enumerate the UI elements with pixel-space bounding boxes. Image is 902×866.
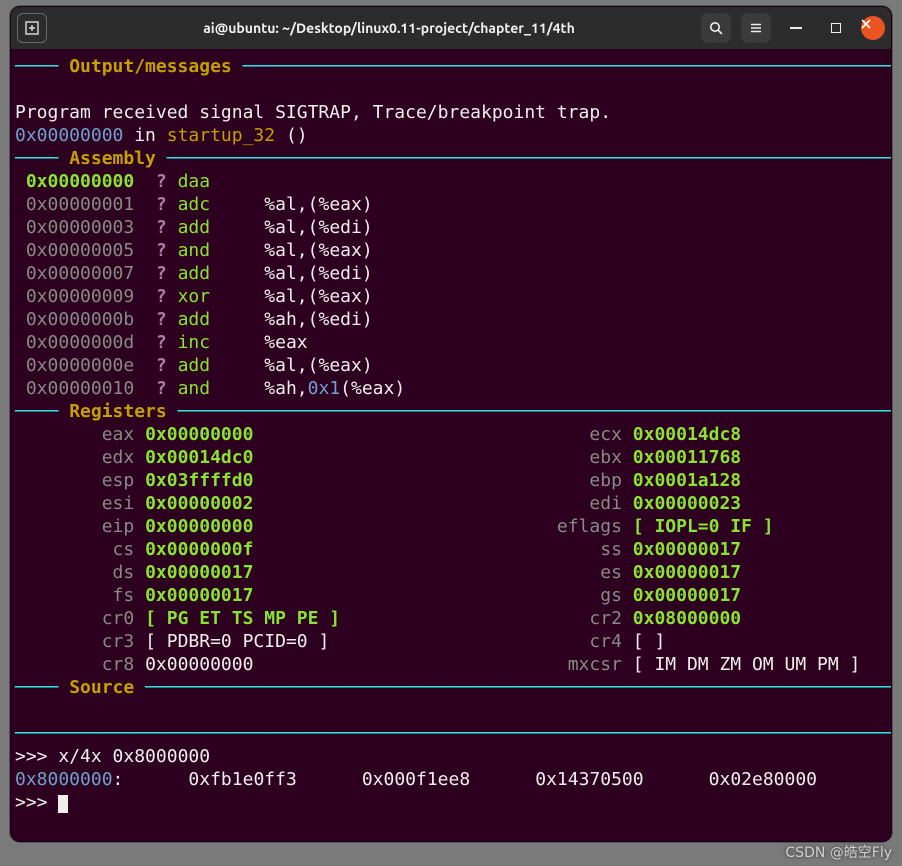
- section-header-output: ──── Output/messages ───────────────────…: [15, 55, 887, 78]
- register-row: cr8 0x00000000 mxcsr [ IM DM ZM OM UM PM…: [15, 653, 887, 676]
- register-row: cr3 [ PDBR=0 PCID=0 ] cr4 [ ]: [15, 630, 887, 653]
- divider: ────────────────────────────────────────…: [15, 722, 887, 745]
- register-row: eip 0x00000000 eflags [ IOPL=0 IF ]: [15, 515, 887, 538]
- prompt-line[interactable]: >>> x/4x 0x8000000: [15, 745, 887, 768]
- watermark: CSDN @皓空Fly: [785, 842, 892, 862]
- cursor: [58, 795, 68, 813]
- register-row: ds 0x00000017 es 0x00000017: [15, 561, 887, 584]
- register-row: cr0 [ PG ET TS MP PE ] cr2 0x08000000: [15, 607, 887, 630]
- asm-line: 0x0000000d ? inc %eax: [15, 331, 887, 354]
- asm-line: 0x0000000e ? add %al,(%eax): [15, 354, 887, 377]
- terminal-window: ai@ubuntu: ~/Desktop/linux0.11-project/c…: [10, 6, 892, 842]
- asm-line: 0x00000001 ? adc %al,(%eax): [15, 193, 887, 216]
- asm-line: 0x00000003 ? add %al,(%edi): [15, 216, 887, 239]
- new-tab-icon[interactable]: [17, 13, 47, 43]
- asm-line: 0x00000005 ? and %al,(%eax): [15, 239, 887, 262]
- register-row: fs 0x00000017 gs 0x00000017: [15, 584, 887, 607]
- asm-line: 0x00000000 ? daa: [15, 170, 887, 193]
- terminal-body[interactable]: ──── Output/messages ───────────────────…: [11, 49, 891, 820]
- register-row: edx 0x00014dc0 ebx 0x00011768: [15, 446, 887, 469]
- maximize-button[interactable]: [821, 13, 851, 43]
- asm-line: 0x00000007 ? add %al,(%edi): [15, 262, 887, 285]
- register-row: eax 0x00000000 ecx 0x00014dc8: [15, 423, 887, 446]
- register-row: cs 0x0000000f ss 0x00000017: [15, 538, 887, 561]
- minimize-button[interactable]: [781, 13, 811, 43]
- window-title: ai@ubuntu: ~/Desktop/linux0.11-project/c…: [77, 20, 701, 36]
- asm-line: 0x00000009 ? xor %al,(%eax): [15, 285, 887, 308]
- search-button[interactable]: [701, 13, 731, 43]
- titlebar[interactable]: ai@ubuntu: ~/Desktop/linux0.11-project/c…: [11, 7, 891, 49]
- section-header-registers: ──── Registers ─────────────────────────…: [15, 400, 887, 423]
- prompt-line[interactable]: >>>: [15, 791, 887, 814]
- output-line: Program received signal SIGTRAP, Trace/b…: [15, 101, 887, 124]
- menu-button[interactable]: [741, 13, 771, 43]
- register-row: esi 0x00000002 edi 0x00000023: [15, 492, 887, 515]
- asm-line: 0x0000000b ? add %ah,(%edi): [15, 308, 887, 331]
- section-header-assembly: ──── Assembly ──────────────────────────…: [15, 147, 887, 170]
- asm-line: 0x00000010 ? and %ah,0x1(%eax): [15, 377, 887, 400]
- blank-line: [15, 78, 887, 101]
- section-header-source: ──── Source ────────────────────────────…: [15, 676, 887, 699]
- register-row: esp 0x03ffffd0 ebp 0x0001a128: [15, 469, 887, 492]
- close-button[interactable]: [861, 16, 885, 40]
- memory-output: 0x8000000: 0xfb1e0ff3 0x000f1ee8 0x14370…: [15, 768, 887, 791]
- output-line: 0x00000000 in startup_32 (): [15, 124, 887, 147]
- blank-line: [15, 699, 887, 722]
